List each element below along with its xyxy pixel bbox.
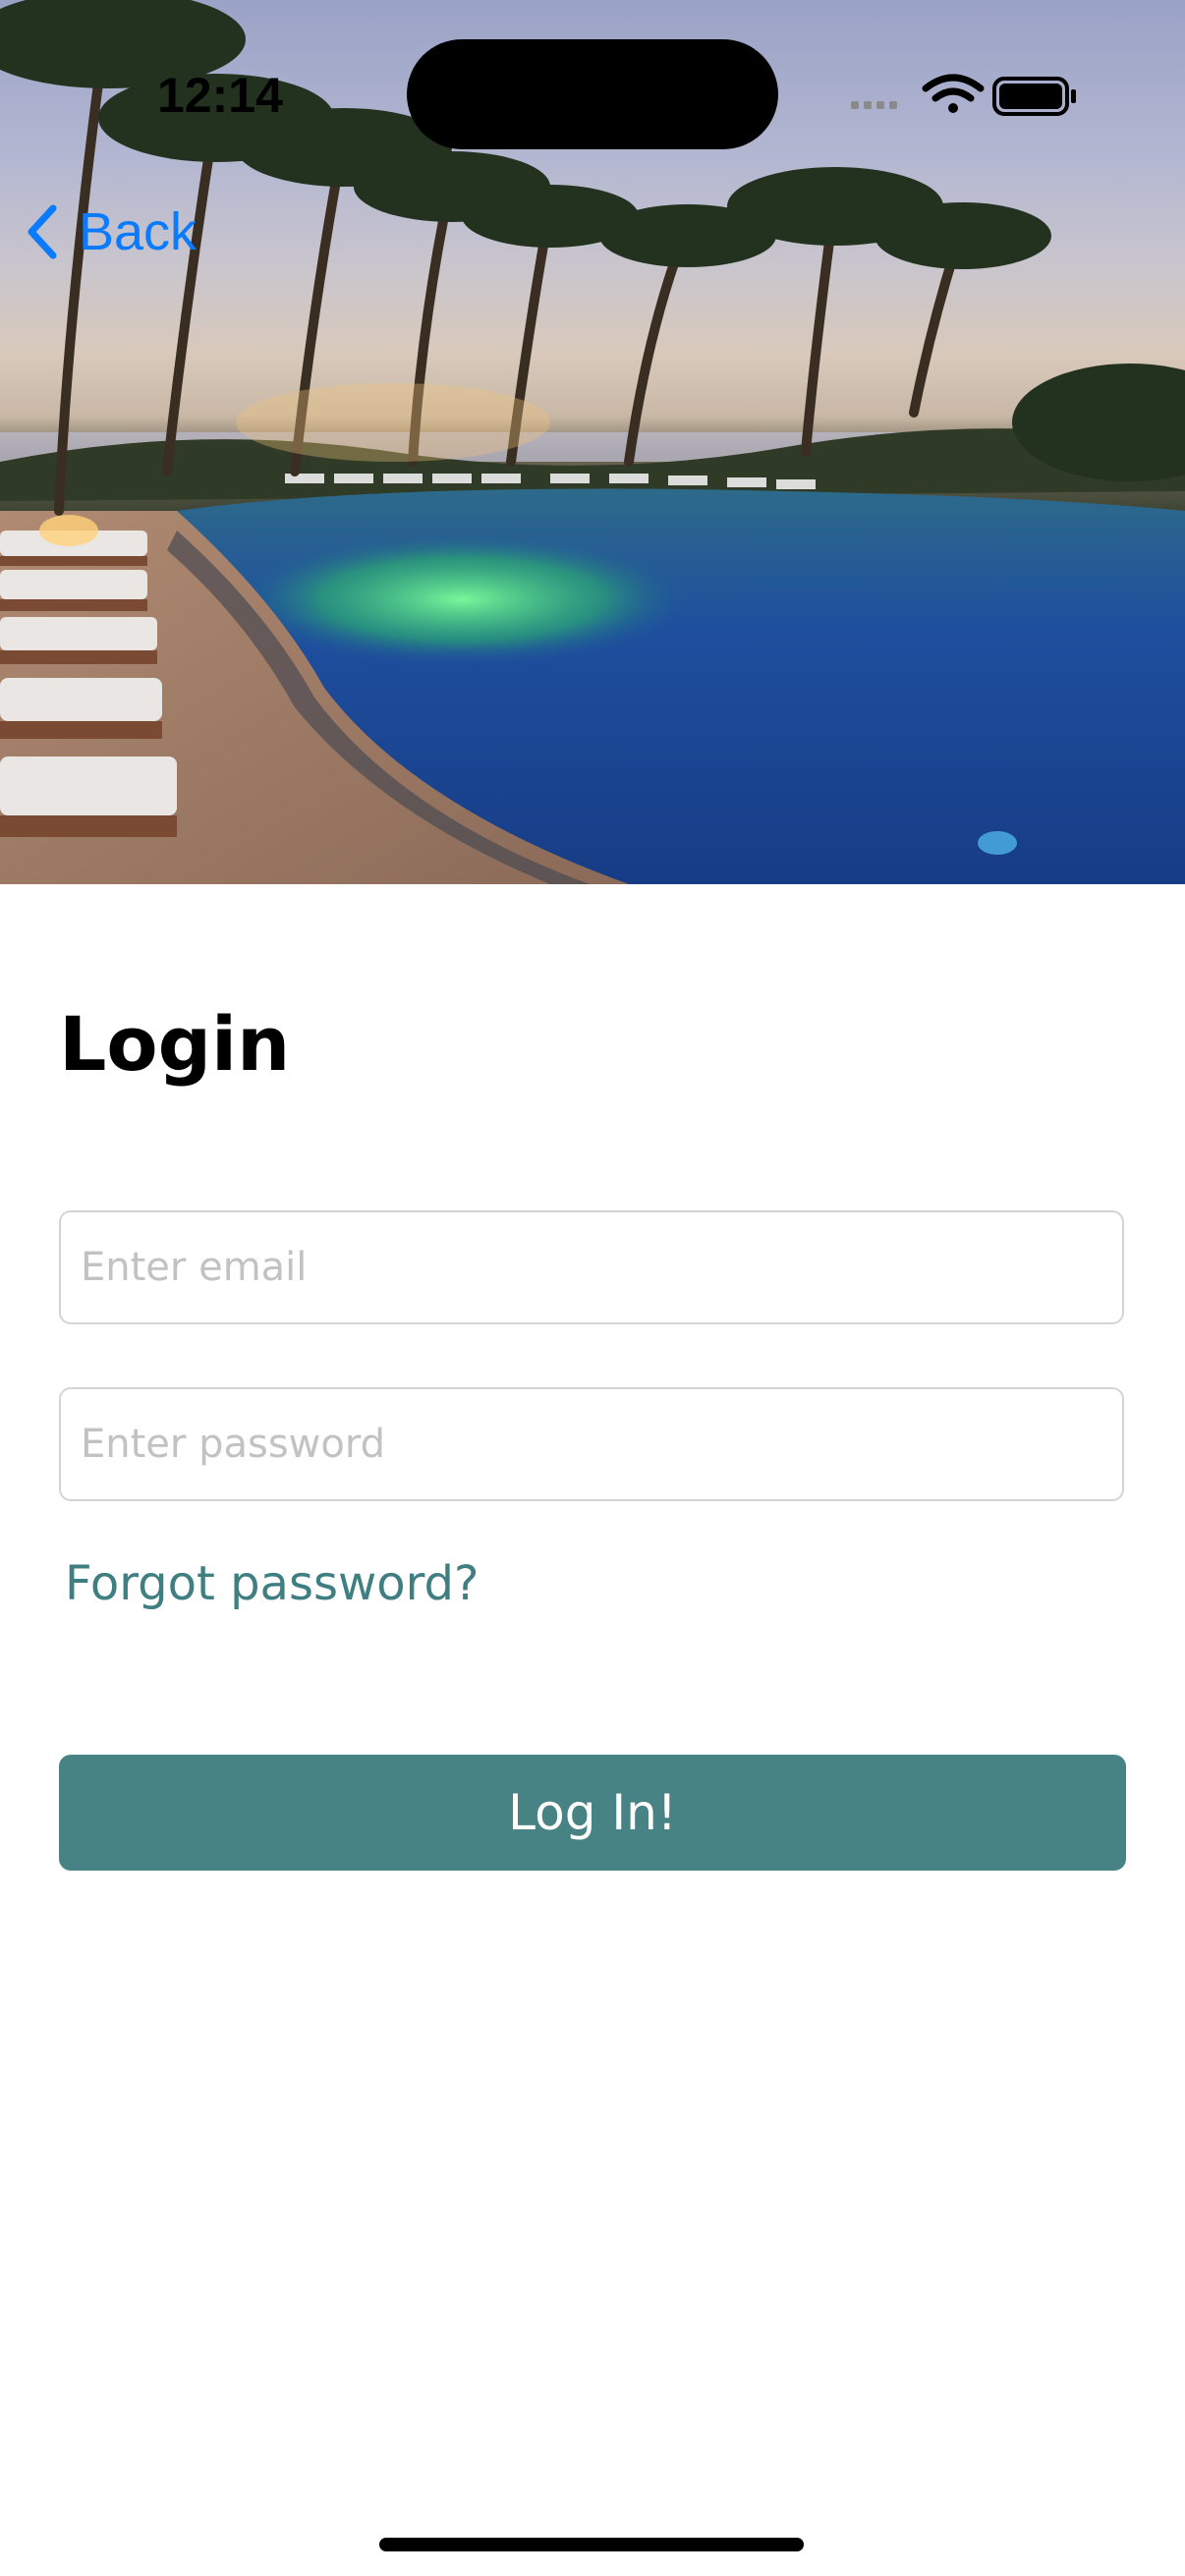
- chevron-left-icon: [28, 204, 57, 259]
- wifi-icon: [922, 74, 985, 113]
- home-indicator[interactable]: [379, 2538, 804, 2551]
- password-field[interactable]: [59, 1387, 1124, 1501]
- email-input[interactable]: [61, 1212, 1122, 1322]
- dynamic-island: [407, 39, 778, 149]
- back-label: Back: [79, 202, 198, 261]
- status-time: 12:14: [157, 68, 283, 123]
- login-button[interactable]: Log In!: [59, 1755, 1126, 1871]
- password-input[interactable]: [61, 1389, 1122, 1499]
- forgot-password-link[interactable]: Forgot password?: [65, 1556, 479, 1611]
- email-field[interactable]: [59, 1210, 1124, 1324]
- back-button[interactable]: Back: [22, 196, 197, 267]
- page-title: Login: [59, 1000, 291, 1088]
- signal-icon: [851, 101, 897, 109]
- battery-icon: [992, 77, 1076, 116]
- status-icons: [845, 69, 1081, 120]
